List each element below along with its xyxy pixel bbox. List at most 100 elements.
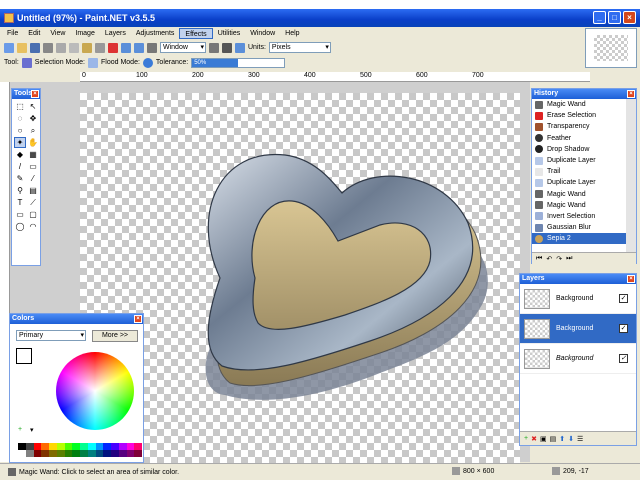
units-select[interactable]: Pixels <box>268 42 331 53</box>
recolor-icon[interactable]: ▤ <box>27 185 39 196</box>
history-item[interactable]: Duplicate Layer <box>532 177 626 188</box>
layer-visibility-checkbox[interactable]: ✓ <box>619 354 628 363</box>
history-close-icon[interactable]: × <box>627 90 635 98</box>
close-button[interactable]: × <box>623 11 636 24</box>
layers-close-icon[interactable]: × <box>627 275 635 283</box>
text-tool-icon[interactable]: T <box>14 197 26 208</box>
rulers-icon[interactable] <box>235 42 245 53</box>
delete-layer-icon[interactable]: ✖ <box>531 435 537 443</box>
move-selection-icon[interactable]: ↖ <box>27 101 39 112</box>
history-item[interactable]: Magic Wand <box>532 189 626 200</box>
zoom-icon[interactable] <box>147 42 157 53</box>
rectangle-tool-icon[interactable]: ▭ <box>14 209 26 220</box>
undo-icon[interactable] <box>121 42 131 53</box>
history-item[interactable]: Drop Shadow <box>532 144 626 155</box>
tools-close-icon[interactable]: × <box>31 90 39 98</box>
paint-bucket-icon[interactable]: ◆ <box>14 149 26 160</box>
menu-utilities[interactable]: Utilities <box>213 28 246 39</box>
zoom-select[interactable]: Window <box>160 42 206 53</box>
paintbrush-icon[interactable]: / <box>14 161 26 172</box>
history-item[interactable]: Feather <box>532 133 626 144</box>
paste-icon[interactable] <box>82 42 92 53</box>
layer-row[interactable]: Background ✓ <box>520 344 636 374</box>
history-item[interactable]: Magic Wand <box>532 200 626 211</box>
primary-color-swatch[interactable] <box>16 348 32 364</box>
layer-visibility-checkbox[interactable]: ✓ <box>619 324 628 333</box>
rewind-icon[interactable]: ⏮ <box>536 255 542 263</box>
layer-properties-icon[interactable]: ☰ <box>577 435 583 443</box>
eraser-icon[interactable]: ▭ <box>27 161 39 172</box>
grid-icon[interactable] <box>222 42 232 53</box>
pencil-icon[interactable]: ✎ <box>14 173 26 184</box>
gradient-icon[interactable]: ▦ <box>27 149 39 160</box>
tolerance-slider[interactable]: 50% <box>191 57 286 68</box>
lasso-select-icon[interactable]: ◌ <box>14 113 26 124</box>
history-item[interactable]: Invert Selection <box>532 211 626 222</box>
line-tool-icon[interactable]: ⟋ <box>27 197 39 208</box>
minimize-button[interactable]: _ <box>593 11 606 24</box>
menu-adjustments[interactable]: Adjustments <box>131 28 180 39</box>
zoom-in-icon[interactable] <box>209 42 219 53</box>
cut-icon[interactable] <box>56 42 66 53</box>
move-layer-down-icon[interactable]: ⬇ <box>568 435 574 443</box>
undo-history-icon[interactable]: ↶ <box>546 255 552 263</box>
menu-file[interactable]: File <box>2 28 23 39</box>
rectangle-select-icon[interactable]: ⬚ <box>14 101 26 112</box>
duplicate-layer-icon[interactable]: ▣ <box>540 435 547 443</box>
deselect-icon[interactable] <box>108 42 118 53</box>
magic-wand-icon[interactable] <box>21 57 32 68</box>
history-item[interactable]: Erase Selection <box>532 110 626 121</box>
print-icon[interactable] <box>43 42 53 53</box>
save-icon[interactable] <box>30 42 40 53</box>
zoom-tool-icon[interactable]: ⌕ <box>27 125 39 136</box>
move-layer-up-icon[interactable]: ⬆ <box>559 435 565 443</box>
layer-row[interactable]: Background ✓ <box>520 284 636 314</box>
history-item[interactable]: Sepia 2 <box>532 233 626 245</box>
menu-help[interactable]: Help <box>280 28 304 39</box>
rounded-rectangle-icon[interactable]: ▢ <box>27 209 39 220</box>
palette-menu-icon[interactable]: ▾ <box>30 426 34 434</box>
clone-stamp-icon[interactable]: ⚲ <box>14 185 26 196</box>
history-item[interactable]: Magic Wand <box>532 99 626 110</box>
menu-layers[interactable]: Layers <box>100 28 131 39</box>
copy-icon[interactable] <box>69 42 79 53</box>
more-colors-button[interactable]: More >> <box>92 330 138 342</box>
pan-tool-icon[interactable]: ✋ <box>27 137 39 148</box>
move-selected-icon[interactable]: ✥ <box>27 113 39 124</box>
redo-icon[interactable] <box>134 42 144 53</box>
menu-view[interactable]: View <box>45 28 70 39</box>
menu-window[interactable]: Window <box>245 28 280 39</box>
menu-edit[interactable]: Edit <box>23 28 45 39</box>
ellipse-select-icon[interactable]: ○ <box>14 125 26 136</box>
new-icon[interactable] <box>4 42 14 53</box>
color-wheel[interactable] <box>56 352 134 430</box>
selection-mode-icon[interactable] <box>88 57 98 68</box>
flood-mode-icon[interactable] <box>142 57 153 68</box>
crop-icon[interactable] <box>95 42 105 53</box>
maximize-button[interactable]: □ <box>608 11 621 24</box>
drop-shadow-icon <box>535 145 543 154</box>
menu-effects[interactable]: Effects <box>179 28 213 39</box>
add-layer-icon[interactable]: + <box>524 435 528 442</box>
image-canvas[interactable] <box>80 93 520 463</box>
image-thumbnail-tab[interactable] <box>585 28 637 68</box>
color-picker-icon[interactable]: ⁄ <box>27 173 39 184</box>
freeform-shape-icon[interactable]: ◠ <box>27 221 39 232</box>
open-icon[interactable] <box>17 42 27 53</box>
color-mode-select[interactable]: Primary <box>16 330 86 341</box>
redo-history-icon[interactable]: ↷ <box>556 255 562 263</box>
history-item[interactable]: Gaussian Blur <box>532 222 626 233</box>
history-item[interactable]: Duplicate Layer <box>532 155 626 166</box>
color-palette[interactable] <box>18 443 142 457</box>
ellipse-tool-icon[interactable]: ◯ <box>14 221 26 232</box>
menu-image[interactable]: Image <box>70 28 99 39</box>
magic-wand-tool-icon[interactable]: ✦ <box>14 137 26 148</box>
history-item[interactable]: Trail <box>532 166 626 177</box>
layer-row[interactable]: Background ✓ <box>520 314 636 344</box>
layer-visibility-checkbox[interactable]: ✓ <box>619 294 628 303</box>
merge-layer-icon[interactable]: ▤ <box>550 435 557 443</box>
fast-forward-icon[interactable]: ⏭ <box>566 255 572 263</box>
add-color-icon[interactable]: + <box>18 426 22 433</box>
history-item[interactable]: Transparency <box>532 121 626 132</box>
colors-close-icon[interactable]: × <box>134 315 142 323</box>
